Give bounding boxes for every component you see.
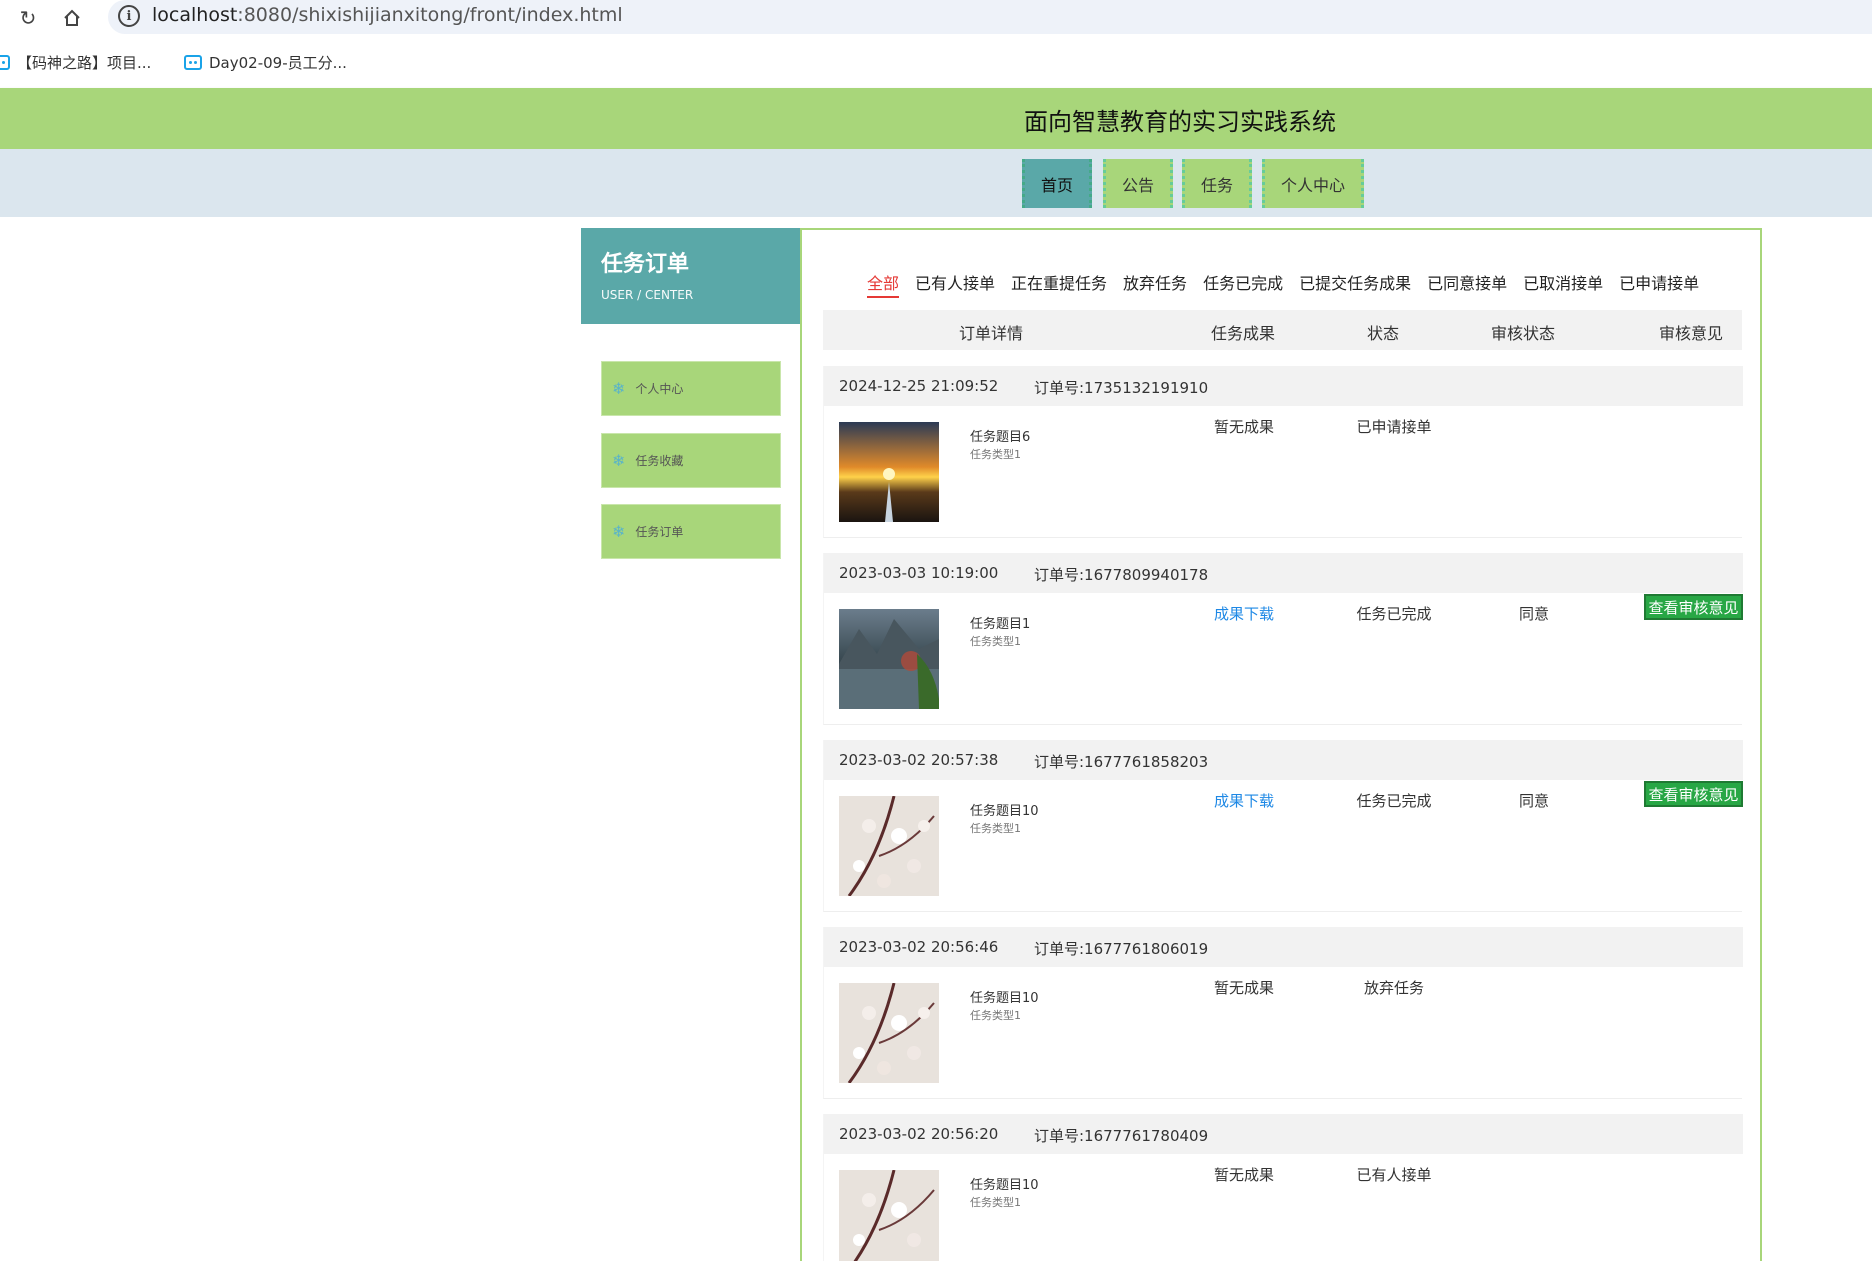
task-title[interactable]: 任务题目6 (970, 426, 1030, 445)
sidebar-item-label: 个人中心 (635, 382, 684, 396)
task-thumbnail[interactable] (839, 609, 939, 709)
col-audit-status: 审核状态 (1491, 324, 1556, 343)
sidebar-subtitle: USER / CENTER (601, 288, 694, 302)
order-status: 放弃任务 (1363, 979, 1424, 997)
tab-accepted[interactable]: 已有人接单 (915, 270, 995, 298)
result-download-link[interactable]: 成果下载 (1214, 603, 1274, 624)
table-header: 订单详情 任务成果 状态 审核状态 审核意见 (823, 310, 1742, 350)
task-type: 任务类型1 (970, 1196, 1021, 1209)
task-result: 暂无成果 (1214, 1166, 1275, 1184)
bookmark-2[interactable]: Day02-09-员工分... (184, 52, 347, 73)
order-time: 2023-03-02 20:57:38 (839, 751, 999, 769)
tab-submitted[interactable]: 已提交任务成果 (1299, 270, 1411, 298)
bilibili-icon (0, 55, 10, 70)
tab-approved[interactable]: 已同意接单 (1427, 270, 1507, 298)
main-nav: 首页 公告 任务 个人中心 (0, 149, 1872, 217)
task-result: 暂无成果 (1214, 979, 1275, 997)
order-row: 2023-03-02 20:56:20 订单号:1677761780409 任务… (823, 1114, 1743, 1261)
snowflake-icon: ❄ (612, 451, 626, 470)
order-header: 2023-03-03 10:19:00 订单号:1677809940178 (824, 553, 1743, 593)
sidebar-item-favorites[interactable]: ❄ 任务收藏 (601, 433, 781, 488)
task-title[interactable]: 任务题目10 (970, 987, 1039, 1006)
order-header: 2023-03-02 20:57:38 订单号:1677761858203 (824, 740, 1743, 780)
order-number: 订单号:1677761780409 (1034, 1127, 1209, 1145)
nav-tasks[interactable]: 任务 (1182, 159, 1253, 208)
url-text[interactable]: localhost:8080/shixishijianxitong/front/… (152, 4, 623, 26)
reload-icon[interactable]: ↻ (14, 4, 42, 32)
nav-announcements[interactable]: 公告 (1103, 159, 1174, 208)
order-number: 订单号:1677761858203 (1034, 753, 1209, 771)
task-title[interactable]: 任务题目1 (970, 613, 1030, 632)
view-opinion-button[interactable]: 查看审核意见 (1644, 781, 1743, 807)
order-header: 2023-03-02 20:56:46 订单号:1677761806019 (824, 927, 1743, 967)
home-icon[interactable] (58, 4, 86, 32)
order-row: 2023-03-02 20:56:46 订单号:1677761806019 任务… (823, 927, 1743, 1099)
nav-personal-center[interactable]: 个人中心 (1262, 159, 1365, 208)
order-status: 任务已完成 (1356, 605, 1432, 623)
task-thumbnail[interactable] (839, 983, 939, 1083)
order-row: 2023-03-02 20:57:38 订单号:1677761858203 任务… (823, 740, 1743, 912)
order-number: 订单号:1677761806019 (1034, 940, 1209, 958)
task-type: 任务类型1 (970, 635, 1021, 648)
result-download-link[interactable]: 成果下载 (1214, 790, 1274, 811)
sidebar-header: 任务订单 USER / CENTER (581, 228, 801, 324)
url-host: localhost (152, 4, 238, 26)
order-status: 已申请接单 (1356, 418, 1432, 436)
tab-abandoned[interactable]: 放弃任务 (1123, 270, 1187, 298)
task-title[interactable]: 任务题目10 (970, 1174, 1039, 1193)
orders-panel: 全部 已有人接单 正在重提任务 放弃任务 任务已完成 已提交任务成果 已同意接单… (800, 228, 1762, 1261)
order-status: 已有人接单 (1356, 1166, 1432, 1184)
audit-status: 同意 (1518, 792, 1549, 810)
col-audit-opinion: 审核意见 (1659, 324, 1724, 343)
bilibili-icon (184, 55, 202, 70)
bookmark-label: 【码神之路】项目... (17, 54, 152, 72)
view-opinion-button[interactable]: 查看审核意见 (1644, 594, 1743, 620)
order-number: 订单号:1735132191910 (1034, 379, 1209, 397)
order-time: 2023-03-03 10:19:00 (839, 564, 999, 582)
bookmarks-bar: 【码神之路】项目... Day02-09-员工分... (0, 46, 1872, 80)
order-header: 2024-12-25 21:09:52 订单号:1735132191910 (824, 366, 1743, 406)
order-status: 任务已完成 (1356, 792, 1432, 810)
task-type: 任务类型1 (970, 448, 1021, 461)
order-number: 订单号:1677809940178 (1034, 566, 1209, 584)
site-info-icon[interactable]: i (118, 5, 140, 27)
sidebar-title: 任务订单 (601, 252, 690, 277)
task-type: 任务类型1 (970, 822, 1021, 835)
sidebar-item-orders[interactable]: ❄ 任务订单 (601, 504, 781, 559)
sidebar-item-label: 任务收藏 (635, 454, 684, 468)
site-title: 面向智慧教育的实习实践系统 (1024, 108, 1336, 136)
sidebar-item-personal-center[interactable]: ❄ 个人中心 (601, 361, 781, 416)
tab-applied[interactable]: 已申请接单 (1619, 270, 1699, 298)
task-result: 暂无成果 (1214, 418, 1275, 436)
tab-cancelled[interactable]: 已取消接单 (1523, 270, 1603, 298)
snowflake-icon: ❄ (612, 522, 626, 541)
task-type: 任务类型1 (970, 1009, 1021, 1022)
order-row: 2024-12-25 21:09:52 订单号:1735132191910 任务… (823, 366, 1743, 538)
order-header: 2023-03-02 20:56:20 订单号:1677761780409 (824, 1114, 1743, 1154)
audit-status: 同意 (1518, 605, 1549, 623)
tab-all[interactable]: 全部 (867, 270, 900, 298)
site-header: 面向智慧教育的实习实践系统 (0, 88, 1872, 149)
browser-toolbar: ↻ i localhost:8080/shixishijianxitong/fr… (0, 0, 1872, 37)
col-result: 任务成果 (1211, 324, 1276, 343)
order-time: 2023-03-02 20:56:46 (839, 938, 999, 956)
tab-completed[interactable]: 任务已完成 (1203, 270, 1283, 298)
order-time: 2023-03-02 20:56:20 (839, 1125, 999, 1143)
tab-resubmitting[interactable]: 正在重提任务 (1011, 270, 1107, 298)
bookmark-1[interactable]: 【码神之路】项目... (0, 52, 151, 73)
order-time: 2024-12-25 21:09:52 (839, 377, 999, 395)
order-row: 2023-03-03 10:19:00 订单号:1677809940178 任务… (823, 553, 1743, 725)
url-path: :8080/shixishijianxitong/front/index.htm… (237, 4, 623, 26)
task-thumbnail[interactable] (839, 796, 939, 896)
snowflake-icon: ❄ (612, 379, 626, 398)
nav-home[interactable]: 首页 (1022, 159, 1093, 208)
sidebar-item-label: 任务订单 (635, 525, 684, 539)
col-status: 状态 (1367, 324, 1400, 343)
task-title[interactable]: 任务题目10 (970, 800, 1039, 819)
task-thumbnail[interactable] (839, 422, 939, 522)
task-thumbnail[interactable] (839, 1170, 939, 1261)
bookmark-label: Day02-09-员工分... (209, 54, 347, 72)
col-order-detail: 订单详情 (959, 324, 1024, 343)
status-tabs: 全部 已有人接单 正在重提任务 放弃任务 任务已完成 已提交任务成果 已同意接单… (867, 270, 1699, 298)
